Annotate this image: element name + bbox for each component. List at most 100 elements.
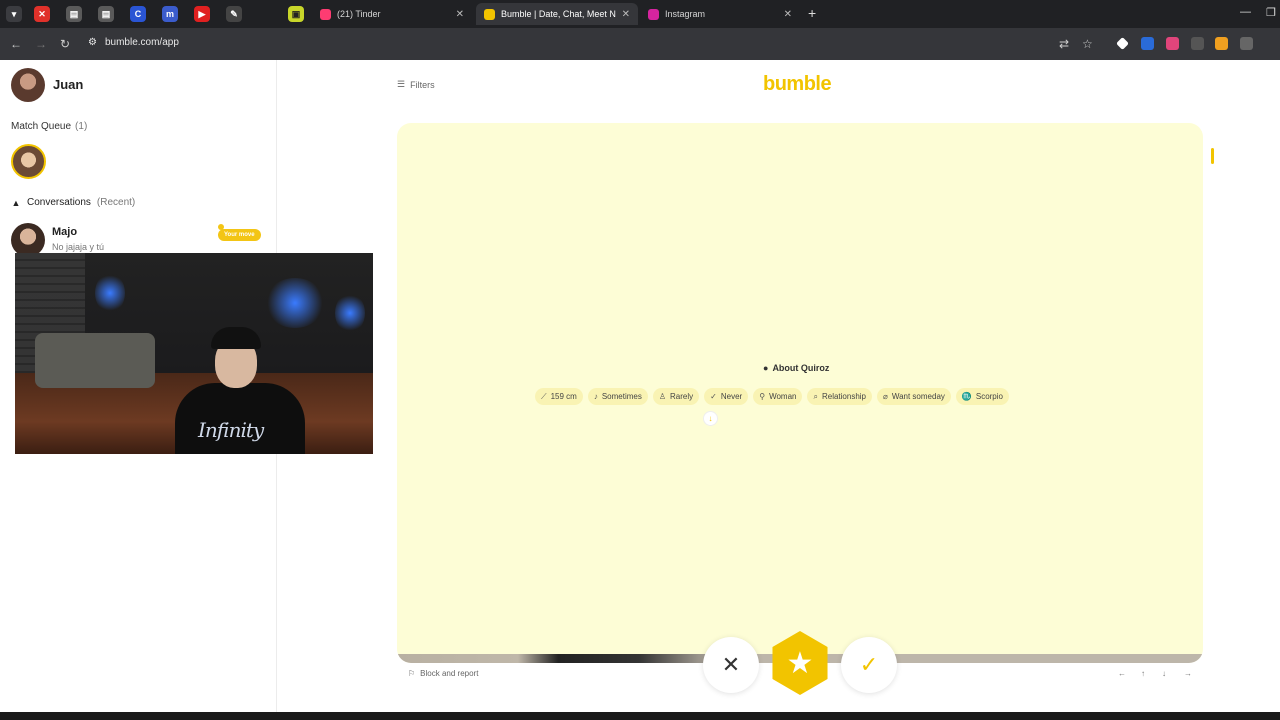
pinned-tab-icon[interactable]: ▶ xyxy=(194,6,210,22)
os-taskbar xyxy=(0,712,1280,720)
chip-label: Never xyxy=(720,392,743,401)
chip-cannabis: ✓ Never xyxy=(704,388,749,405)
forward-icon[interactable]: → xyxy=(35,37,47,51)
chip-gender: ⚲ Woman xyxy=(753,388,803,405)
tab-bumble[interactable]: Bumble | Date, Chat, Meet Nev ✕ xyxy=(476,3,638,25)
webcam-sofa xyxy=(35,333,155,388)
close-tab-icon[interactable]: ✕ xyxy=(622,9,630,20)
conversation-item[interactable]: Majo No jajaja y tú Your move xyxy=(11,223,266,257)
about-section-heading: ● About Quiroz xyxy=(763,363,829,373)
chip-height: ⟋ 159 cm xyxy=(535,388,583,405)
filters-label: Filters xyxy=(410,79,435,90)
reload-icon[interactable]: ↻ xyxy=(60,37,70,51)
tab-label: Instagram xyxy=(665,9,706,19)
instagram-favicon xyxy=(648,8,659,20)
extension-icon[interactable] xyxy=(1141,37,1154,50)
extension-icon[interactable] xyxy=(1191,37,1204,50)
close-tab-icon[interactable]: ✕ xyxy=(456,9,464,20)
close-x-icon: ✕ xyxy=(721,652,741,677)
chip-drinking: ♪ Sometimes xyxy=(587,388,648,405)
chevron-up-icon: ▲ xyxy=(11,197,21,208)
minimize-icon[interactable]: — xyxy=(1240,6,1251,18)
profile-attribute-chips: ⟋ 159 cm ♪ Sometimes ♙ Rarely ✓ Never ⚲ Woman… xyxy=(535,388,1009,405)
scroll-down-arrow-icon[interactable]: ↓ xyxy=(703,411,718,426)
chip-family-plans: ⌀ Want someday xyxy=(877,388,951,405)
back-icon[interactable]: ← xyxy=(10,37,22,51)
restore-icon[interactable]: ❐ xyxy=(1266,6,1276,19)
star-icon: ★ xyxy=(786,646,814,680)
pinned-tab-icon[interactable]: m xyxy=(162,6,178,22)
webcam-light xyxy=(335,293,365,333)
smoke-icon: ♙ xyxy=(658,392,667,401)
user-name[interactable]: Juan xyxy=(53,77,83,92)
chip-zodiac: ♏ Scorpio xyxy=(955,388,1009,405)
tab-instagram[interactable]: Instagram ✕ xyxy=(640,3,800,25)
tinder-favicon xyxy=(320,8,331,20)
extension-icon[interactable] xyxy=(1215,37,1228,50)
checkmark-icon: ✓ xyxy=(859,652,879,677)
pinned-tab-icon[interactable]: ▤ xyxy=(98,6,114,22)
pinned-tab-icon[interactable]: ▤ xyxy=(66,6,82,22)
chip-label: Want someday xyxy=(891,392,945,401)
match-queue-heading: Match Queue (1) xyxy=(11,121,87,132)
chip-smoking: ♙ Rarely xyxy=(652,388,700,405)
user-avatar[interactable] xyxy=(11,68,45,102)
chip-looking-for: ⌕ Relationship xyxy=(807,388,872,405)
close-tab-icon[interactable]: ✕ xyxy=(784,9,792,20)
photo-scroll-indicator xyxy=(1211,148,1214,164)
flag-icon: ⚐ xyxy=(408,669,416,678)
block-and-report-link[interactable]: ⚐ Block and report xyxy=(408,669,478,678)
filters-button[interactable]: ☰ Filters xyxy=(397,79,435,90)
pass-button[interactable]: ✕ xyxy=(703,637,759,693)
bumble-logo: bumble xyxy=(763,73,832,95)
translate-icon[interactable]: ⇄ xyxy=(1059,37,1069,51)
webcam-light xyxy=(95,273,125,313)
bookmark-star-icon[interactable]: ☆ xyxy=(1082,37,1093,51)
extension-icon[interactable] xyxy=(1116,37,1129,50)
zodiac-icon: ♏ xyxy=(961,392,972,401)
match-queue-avatar[interactable] xyxy=(11,144,46,179)
conversations-sub-label: (Recent) xyxy=(96,197,136,208)
search-icon: ⌕ xyxy=(813,391,818,401)
match-queue-label: Match Queue xyxy=(11,121,72,132)
bumble-favicon xyxy=(484,8,495,20)
webcam-shirt-logo: Infinity xyxy=(198,418,264,442)
chip-label: Sometimes xyxy=(601,392,642,401)
about-title: About Quiroz xyxy=(772,363,830,373)
url-text: bumble.com/app xyxy=(104,37,179,48)
keyboard-hint-left-icon: ← xyxy=(1118,669,1126,678)
keyboard-hint-up-icon: ↑ xyxy=(1141,669,1145,678)
browser-tab-strip: ▾ ✕ ▤ ▤ C m ▶ ✎ ▣ (21) Tinder ✕ Bumble |… xyxy=(0,0,1280,28)
conversation-avatar xyxy=(11,223,45,257)
chip-label: Woman xyxy=(769,392,797,401)
webcam-light xyxy=(265,278,325,328)
keyboard-hint-right-icon: → xyxy=(1184,669,1192,678)
tab-search-icon[interactable]: ▾ xyxy=(6,6,22,22)
new-tab-icon[interactable]: + xyxy=(808,5,816,21)
keyboard-hint-down-icon: ↓ xyxy=(1162,669,1166,678)
filters-icon: ☰ xyxy=(397,79,406,89)
gender-icon: ⚲ xyxy=(759,392,766,401)
pinned-tab-icon[interactable]: ▣ xyxy=(288,6,304,22)
webcam-person-cap xyxy=(211,327,261,349)
pinned-tab-icon[interactable]: ✎ xyxy=(226,6,242,22)
conversation-name: Majo xyxy=(52,226,78,238)
address-toolbar: ← → ↻ ⚙ bumble.com/app ⇄ ☆ xyxy=(0,28,1280,60)
chip-label: Scorpio xyxy=(975,392,1003,401)
chip-label: 159 cm xyxy=(550,392,577,401)
like-button[interactable]: ✓ xyxy=(841,637,897,693)
block-and-report-label: Block and report xyxy=(420,669,479,678)
match-queue-count: (1) xyxy=(75,121,88,132)
conversation-preview: No jajaja y tú xyxy=(52,242,105,252)
chip-label: Rarely xyxy=(670,392,694,401)
drink-icon: ♪ xyxy=(593,392,598,401)
site-info-icon[interactable]: ⚙ xyxy=(88,37,97,48)
extension-icon[interactable] xyxy=(1166,37,1179,50)
conversations-toggle[interactable]: ▲ Conversations (Recent) xyxy=(11,197,136,208)
tab-tinder[interactable]: (21) Tinder ✕ xyxy=(312,3,472,25)
pinned-tab-icon[interactable]: ✕ xyxy=(34,6,50,22)
pinned-tab-icon[interactable]: C xyxy=(130,6,146,22)
extensions-puzzle-icon[interactable] xyxy=(1240,37,1253,50)
ruler-icon: ⟋ xyxy=(541,391,547,401)
address-field[interactable]: ⚙ bumble.com/app xyxy=(88,37,179,48)
